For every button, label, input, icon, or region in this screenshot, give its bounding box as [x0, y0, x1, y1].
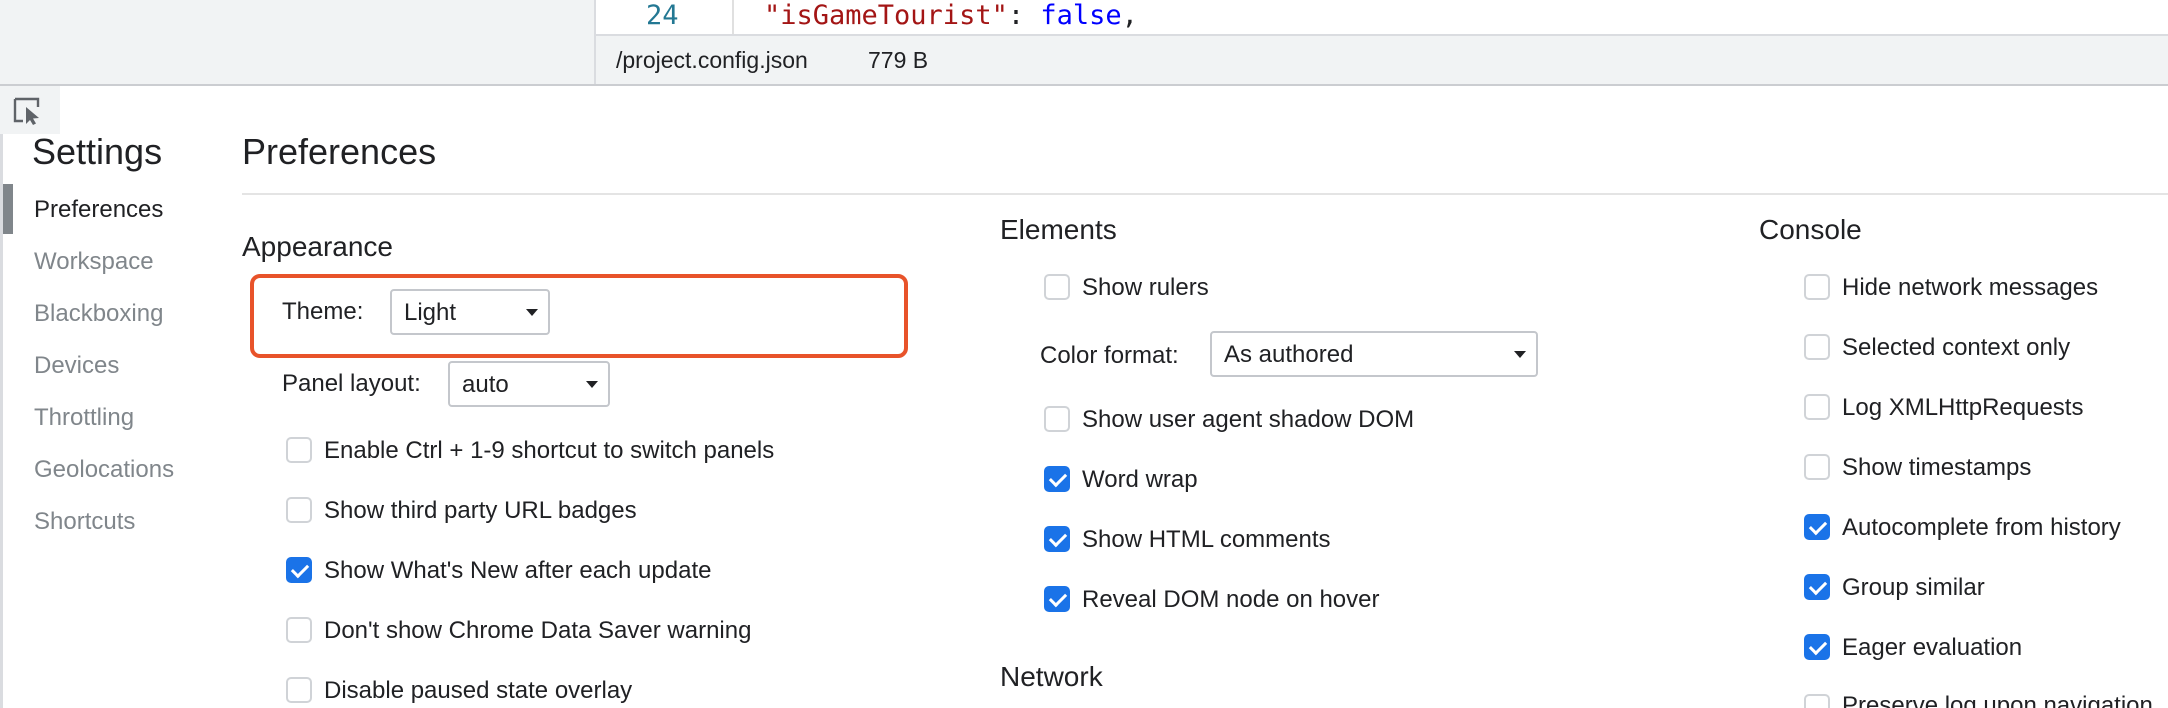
checkbox-whats-new[interactable]: [286, 557, 312, 583]
sidebar-item-shortcuts[interactable]: Shortcuts: [34, 508, 135, 536]
section-title-network: Network: [1000, 661, 1103, 692]
checkbox-label: Show What's New after each update: [324, 557, 712, 584]
section-title-console: Console: [1759, 214, 1862, 245]
checkbox-label: Reveal DOM node on hover: [1082, 586, 1380, 613]
code-key: "isGameTourist": [764, 0, 1008, 31]
color-format-select-value: As authored: [1224, 341, 1354, 368]
checkbox-label: Hide network messages: [1842, 274, 2099, 301]
checkbox-group-similar[interactable]: [1804, 574, 1830, 600]
theme-select[interactable]: Light: [390, 289, 550, 335]
active-nav-indicator: [3, 184, 13, 234]
checkbox-label: Don't show Chrome Data Saver warning: [324, 617, 752, 644]
gutter-separator: [732, 0, 734, 34]
sidebar-item-workspace[interactable]: Workspace: [34, 248, 154, 276]
editor-status-bar: /project.config.json 779 B: [596, 34, 2168, 84]
checkbox-paused-overlay[interactable]: [286, 677, 312, 703]
panel-layout-select[interactable]: auto: [448, 361, 610, 407]
code-colon: :: [1007, 0, 1041, 31]
checkbox-label: Word wrap: [1082, 466, 1198, 493]
checkbox-selected-context-only[interactable]: [1804, 334, 1830, 360]
checkbox-label: Disable paused state overlay: [324, 677, 633, 704]
checkbox-shadow-dom[interactable]: [1044, 406, 1070, 432]
settings-title: Settings: [32, 131, 163, 172]
file-path: /project.config.json: [616, 47, 808, 73]
checkbox-show-rulers[interactable]: [1044, 274, 1070, 300]
sidebar-item-geolocations[interactable]: Geolocations: [34, 456, 174, 484]
checkbox-label: Show user agent shadow DOM: [1082, 406, 1415, 433]
editor-sidebar-area: [0, 0, 594, 84]
panel-divider[interactable]: [0, 84, 2168, 86]
checkbox-autocomplete-history[interactable]: [1804, 514, 1830, 540]
section-title-elements: Elements: [1000, 214, 1117, 245]
sidebar-item-throttling[interactable]: Throttling: [34, 404, 134, 432]
checkbox-label: Preserve log upon navigation: [1842, 692, 2153, 708]
checkbox-ctrl-shortcut[interactable]: [286, 437, 312, 463]
checkbox-label: Show HTML comments: [1082, 526, 1331, 553]
chevron-down-icon: [586, 381, 598, 388]
checkbox-eager-evaluation[interactable]: [1804, 634, 1830, 660]
checkbox-label: Group similar: [1842, 574, 1985, 601]
code-value: false: [1040, 0, 1122, 31]
checkbox-reveal-dom-node[interactable]: [1044, 586, 1070, 612]
title-divider: [242, 193, 2168, 195]
code-line[interactable]: 24 "isGameTourist": false,: [596, 0, 2168, 34]
checkbox-preserve-log[interactable]: [1804, 694, 1830, 708]
panel-layout-label: Panel layout:: [282, 370, 421, 397]
line-number: 24: [646, 0, 679, 31]
checkbox-third-party-badges[interactable]: [286, 497, 312, 523]
color-format-label: Color format:: [1040, 342, 1179, 369]
sidebar-item-devices[interactable]: Devices: [34, 352, 119, 380]
sidebar-item-blackboxing[interactable]: Blackboxing: [34, 300, 163, 328]
inspect-element-icon[interactable]: [12, 96, 46, 126]
code-comma: ,: [1121, 0, 1138, 31]
checkbox-label: Selected context only: [1842, 334, 2071, 361]
page-title: Preferences: [242, 131, 437, 172]
checkbox-log-xhr[interactable]: [1804, 394, 1830, 420]
checkbox-data-saver-warning[interactable]: [286, 617, 312, 643]
checkbox-label: Show rulers: [1082, 274, 1209, 301]
checkbox-label: Autocomplete from history: [1842, 514, 2121, 541]
checkbox-label: Show timestamps: [1842, 454, 2032, 481]
panel-layout-select-value: auto: [462, 371, 509, 398]
checkbox-label: Eager evaluation: [1842, 634, 2023, 661]
checkbox-show-timestamps[interactable]: [1804, 454, 1830, 480]
theme-label: Theme:: [282, 298, 364, 325]
checkbox-label: Show third party URL badges: [324, 497, 637, 524]
color-format-select[interactable]: As authored: [1210, 331, 1538, 377]
section-title-appearance: Appearance: [242, 231, 394, 262]
checkbox-word-wrap[interactable]: [1044, 466, 1070, 492]
code-text: "isGameTourist": false,: [764, 0, 1138, 32]
file-size: 779 B: [868, 47, 929, 73]
checkbox-label: Enable Ctrl + 1-9 shortcut to switch pan…: [324, 437, 775, 464]
chevron-down-icon: [526, 309, 538, 316]
chevron-down-icon: [1514, 351, 1526, 358]
checkbox-label: Log XMLHttpRequests: [1842, 394, 2084, 421]
sidebar-item-preferences[interactable]: Preferences: [34, 196, 163, 224]
checkbox-hide-network-messages[interactable]: [1804, 274, 1830, 300]
checkbox-html-comments[interactable]: [1044, 526, 1070, 552]
theme-select-value: Light: [404, 299, 457, 326]
